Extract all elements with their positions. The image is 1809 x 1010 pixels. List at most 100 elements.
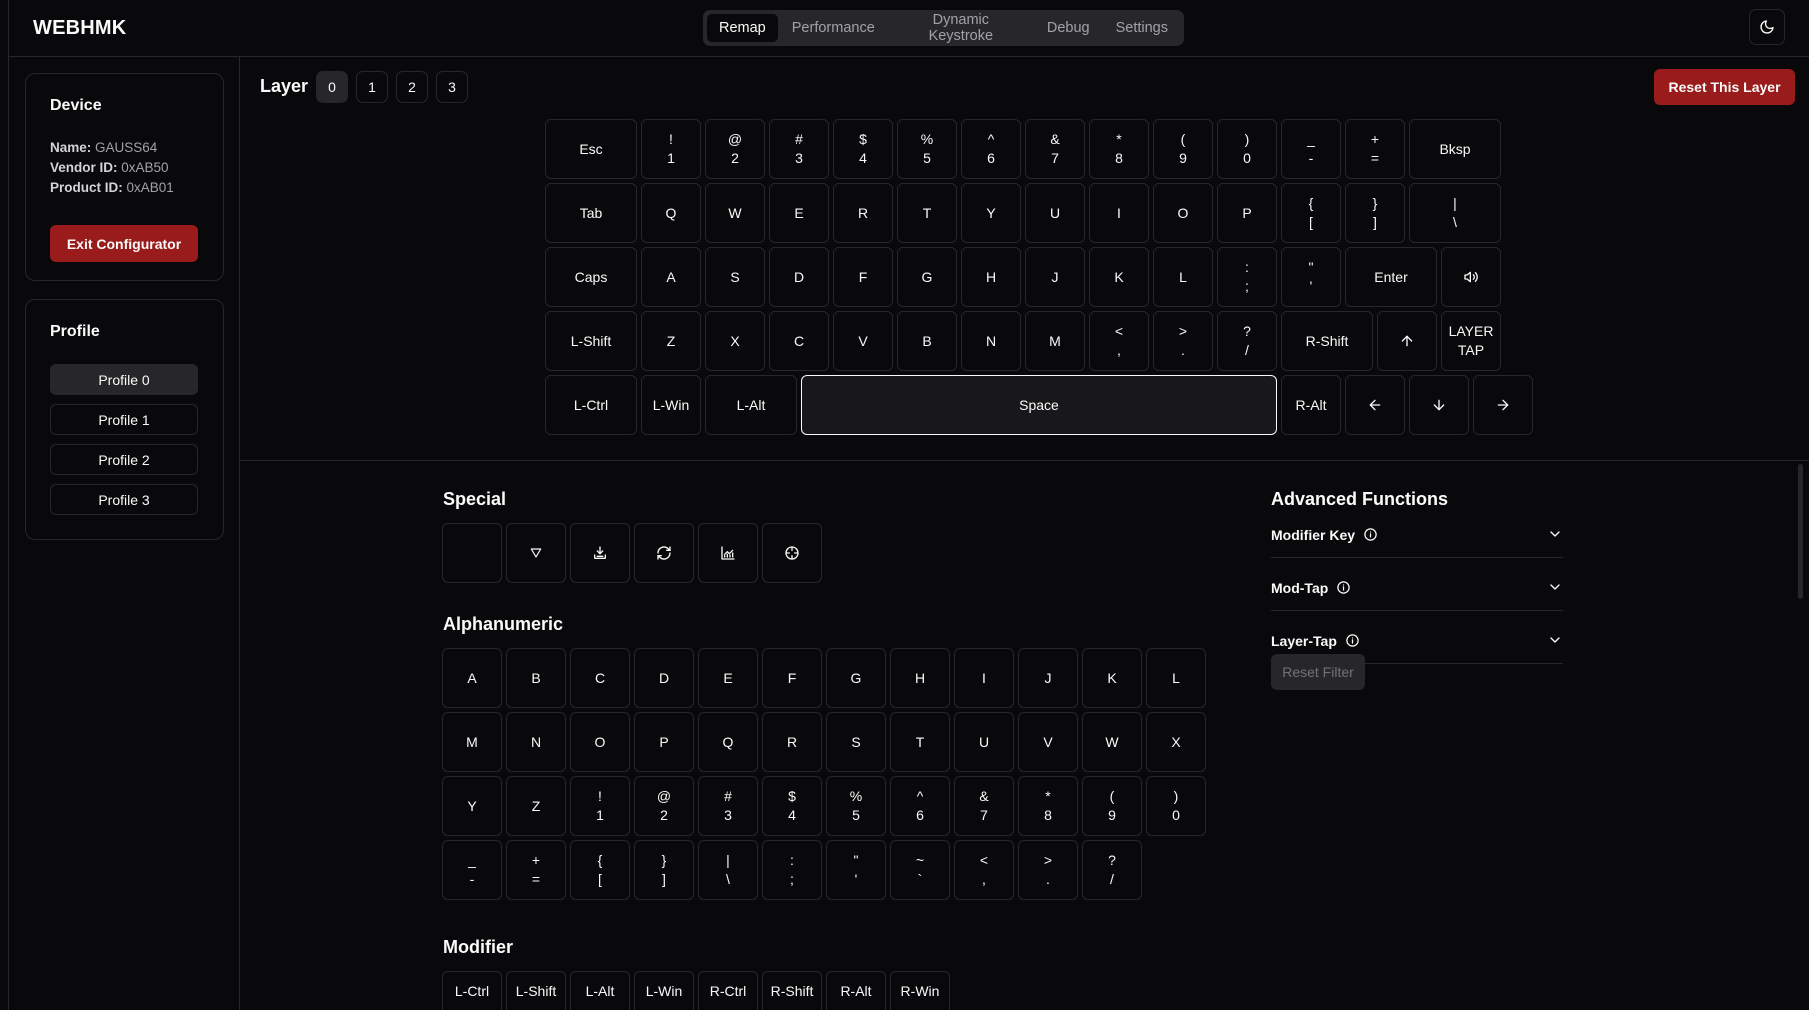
special-key-blank[interactable]: [442, 523, 502, 583]
key-arrow-right[interactable]: [1473, 375, 1533, 435]
key-enter[interactable]: Enter: [1345, 247, 1437, 307]
alpha-key-b[interactable]: B: [506, 648, 566, 708]
alpha-key-t[interactable]: T: [890, 712, 950, 772]
alpha-key-r[interactable]: R: [762, 712, 822, 772]
key-m[interactable]: M: [1025, 311, 1085, 371]
key-7[interactable]: & 7: [1025, 119, 1085, 179]
modifier-key-r-alt[interactable]: R-Alt: [826, 971, 886, 1010]
key-o[interactable]: O: [1153, 183, 1213, 243]
alpha-key-o[interactable]: O: [570, 712, 630, 772]
alpha-key-q[interactable]: Q: [698, 712, 758, 772]
key-bksp[interactable]: Bksp: [1409, 119, 1501, 179]
alpha-key-3[interactable]: #3: [698, 776, 758, 836]
key-y[interactable]: Y: [961, 183, 1021, 243]
key-space[interactable]: Space: [801, 375, 1277, 435]
key-arrow-left[interactable]: [1345, 375, 1405, 435]
layer-2-button[interactable]: 2: [396, 71, 428, 103]
reset-filter-button[interactable]: Reset Filter: [1271, 654, 1365, 690]
special-key-chart[interactable]: [698, 523, 758, 583]
key-v[interactable]: V: [833, 311, 893, 371]
alpha-key-w[interactable]: W: [1082, 712, 1142, 772]
alpha-key-j[interactable]: J: [1018, 648, 1078, 708]
alpha-key-m[interactable]: M: [442, 712, 502, 772]
key-r-shift[interactable]: R-Shift: [1281, 311, 1373, 371]
tab-settings[interactable]: Settings: [1104, 14, 1180, 42]
alpha-key-symbol[interactable]: >.: [1018, 840, 1078, 900]
key-c[interactable]: C: [769, 311, 829, 371]
key-n[interactable]: N: [961, 311, 1021, 371]
special-key-transparent-triangle[interactable]: [506, 523, 566, 583]
key-symbol[interactable]: _ -: [1281, 119, 1341, 179]
key-r[interactable]: R: [833, 183, 893, 243]
alpha-key-4[interactable]: $4: [762, 776, 822, 836]
accordion-mod-tap[interactable]: Mod-Tap: [1271, 565, 1563, 611]
key-3[interactable]: #3: [769, 119, 829, 179]
key-symbol[interactable]: | \: [1409, 183, 1501, 243]
alpha-key-s[interactable]: S: [826, 712, 886, 772]
profile-2-button[interactable]: Profile 2: [50, 444, 198, 475]
profile-1-button[interactable]: Profile 1: [50, 404, 198, 435]
theme-toggle-button[interactable]: [1749, 9, 1785, 45]
alpha-key-h[interactable]: H: [890, 648, 950, 708]
alpha-key-symbol[interactable]: _ -: [442, 840, 502, 900]
key-t[interactable]: T: [897, 183, 957, 243]
alpha-key-a[interactable]: A: [442, 648, 502, 708]
tab-remap[interactable]: Remap: [707, 14, 778, 42]
key-esc[interactable]: Esc: [545, 119, 637, 179]
profile-3-button[interactable]: Profile 3: [50, 484, 198, 515]
key-tab[interactable]: Tab: [545, 183, 637, 243]
modifier-key-l-win[interactable]: L-Win: [634, 971, 694, 1010]
modifier-key-l-shift[interactable]: L-Shift: [506, 971, 566, 1010]
alpha-key-7[interactable]: & 7: [954, 776, 1014, 836]
alpha-key-2[interactable]: @2: [634, 776, 694, 836]
key-symbol[interactable]: :;: [1217, 247, 1277, 307]
alpha-key-symbol[interactable]: | \: [698, 840, 758, 900]
key-4[interactable]: $4: [833, 119, 893, 179]
key-symbol[interactable]: + =: [1345, 119, 1405, 179]
alpha-key-symbol[interactable]: + =: [506, 840, 566, 900]
exit-configurator-button[interactable]: Exit Configurator: [50, 225, 198, 262]
key-l[interactable]: L: [1153, 247, 1213, 307]
alpha-key-symbol[interactable]: {[: [570, 840, 630, 900]
alpha-key-z[interactable]: Z: [506, 776, 566, 836]
key-e[interactable]: E: [769, 183, 829, 243]
reset-layer-button[interactable]: Reset This Layer: [1654, 69, 1795, 105]
alpha-key-symbol[interactable]: " ': [826, 840, 886, 900]
modifier-key-r-ctrl[interactable]: R-Ctrl: [698, 971, 758, 1010]
modifier-key-r-shift[interactable]: R-Shift: [762, 971, 822, 1010]
alpha-key-u[interactable]: U: [954, 712, 1014, 772]
alpha-key-g[interactable]: G: [826, 648, 886, 708]
layer-3-button[interactable]: 3: [436, 71, 468, 103]
alpha-key-symbol[interactable]: }]: [634, 840, 694, 900]
alpha-key-i[interactable]: I: [954, 648, 1014, 708]
alpha-key-0[interactable]: ) 0: [1146, 776, 1206, 836]
key-0[interactable]: ) 0: [1217, 119, 1277, 179]
alpha-key-5[interactable]: % 5: [826, 776, 886, 836]
alpha-key-6[interactable]: ^ 6: [890, 776, 950, 836]
key-l-win[interactable]: L-Win: [641, 375, 701, 435]
key-q[interactable]: Q: [641, 183, 701, 243]
key-symbol[interactable]: >.: [1153, 311, 1213, 371]
scrollbar[interactable]: [1798, 464, 1803, 599]
key-6[interactable]: ^ 6: [961, 119, 1021, 179]
info-icon[interactable]: [1336, 580, 1351, 595]
info-icon[interactable]: [1345, 633, 1360, 648]
key-i[interactable]: I: [1089, 183, 1149, 243]
key-l-shift[interactable]: L-Shift: [545, 311, 637, 371]
key-k[interactable]: K: [1089, 247, 1149, 307]
alpha-key-e[interactable]: E: [698, 648, 758, 708]
key-volume[interactable]: [1441, 247, 1501, 307]
key-symbol[interactable]: {[: [1281, 183, 1341, 243]
alpha-key-v[interactable]: V: [1018, 712, 1078, 772]
key-x[interactable]: X: [705, 311, 765, 371]
tab-dynamic-keystroke[interactable]: Dynamic Keystroke: [889, 12, 1033, 44]
tab-performance[interactable]: Performance: [780, 14, 887, 42]
layer-1-button[interactable]: 1: [356, 71, 388, 103]
key-symbol[interactable]: ? /: [1217, 311, 1277, 371]
key-h[interactable]: H: [961, 247, 1021, 307]
modifier-key-l-alt[interactable]: L-Alt: [570, 971, 630, 1010]
key-8[interactable]: * 8: [1089, 119, 1149, 179]
modifier-key-l-ctrl[interactable]: L-Ctrl: [442, 971, 502, 1010]
alpha-key-8[interactable]: * 8: [1018, 776, 1078, 836]
alpha-key-y[interactable]: Y: [442, 776, 502, 836]
